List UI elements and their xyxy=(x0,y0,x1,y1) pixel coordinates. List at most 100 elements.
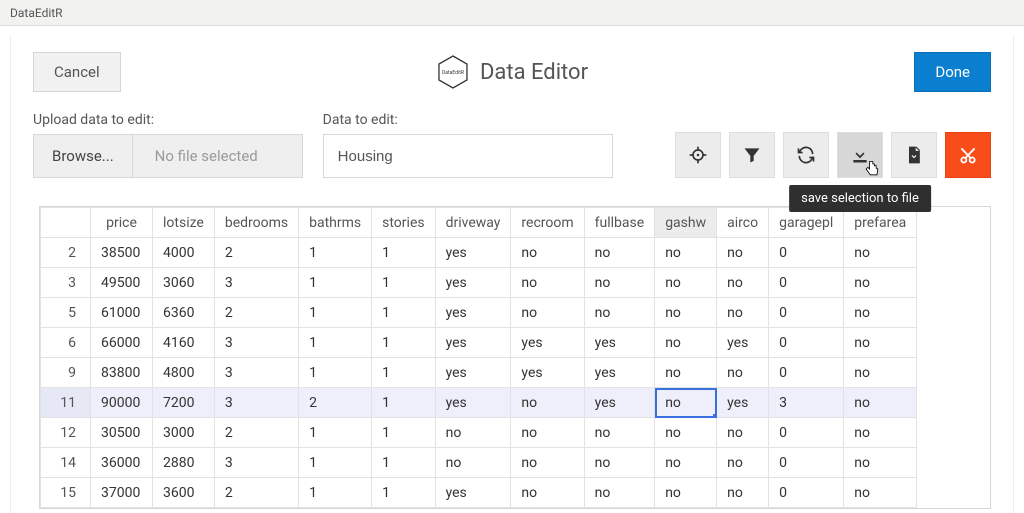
header-stories[interactable]: stories xyxy=(372,208,435,238)
cell-garagepl[interactable]: 0 xyxy=(769,298,844,328)
cell-fullbase[interactable]: no xyxy=(584,478,655,508)
cell-price[interactable]: 66000 xyxy=(91,328,153,358)
cell-recroom[interactable]: no xyxy=(511,418,584,448)
row-number[interactable]: 14 xyxy=(41,448,91,478)
table-row[interactable]: 5610006360211yesnononono0no xyxy=(41,298,917,328)
cell-airco[interactable]: no xyxy=(717,268,769,298)
cell-airco[interactable]: no xyxy=(717,418,769,448)
cell-driveway[interactable]: no xyxy=(435,418,511,448)
cell-prefarea[interactable]: no xyxy=(844,448,917,478)
header-gashw[interactable]: gashw xyxy=(655,208,717,238)
cell-lotsize[interactable]: 4000 xyxy=(153,238,215,268)
cell-bathrms[interactable]: 1 xyxy=(299,478,372,508)
cell-gashw[interactable]: no xyxy=(655,478,717,508)
cut-button[interactable] xyxy=(945,132,991,178)
cell-bathrms[interactable]: 1 xyxy=(299,238,372,268)
header-prefarea[interactable]: prefarea xyxy=(844,208,917,238)
table-row[interactable]: 9838004800311yesyesyesnono0no xyxy=(41,358,917,388)
cell-lotsize[interactable]: 4800 xyxy=(153,358,215,388)
sync-icon[interactable] xyxy=(783,132,829,178)
table-row[interactable]: 14360002880311nonononono0no xyxy=(41,448,917,478)
cell-driveway[interactable]: yes xyxy=(435,298,511,328)
cell-garagepl[interactable]: 0 xyxy=(769,268,844,298)
cell-bathrms[interactable]: 1 xyxy=(299,448,372,478)
row-number[interactable]: 2 xyxy=(41,238,91,268)
cell-prefarea[interactable]: no xyxy=(844,358,917,388)
cell-lotsize[interactable]: 2880 xyxy=(153,448,215,478)
cell-fullbase[interactable]: no xyxy=(584,298,655,328)
cell-driveway[interactable]: yes xyxy=(435,388,511,418)
cell-airco[interactable]: yes xyxy=(717,388,769,418)
cell-airco[interactable]: no xyxy=(717,478,769,508)
dataset-input[interactable] xyxy=(323,134,613,178)
cell-driveway[interactable]: yes xyxy=(435,268,511,298)
header-recroom[interactable]: recroom xyxy=(511,208,584,238)
save-file-button[interactable] xyxy=(891,132,937,178)
cell-bathrms[interactable]: 1 xyxy=(299,268,372,298)
table-row[interactable]: 3495003060311yesnononono0no xyxy=(41,268,917,298)
cancel-button[interactable]: Cancel xyxy=(33,52,121,92)
cell-bedrooms[interactable]: 3 xyxy=(214,448,298,478)
table-row[interactable]: 15370003600211yesnononono0no xyxy=(41,478,917,508)
cell-fullbase[interactable]: no xyxy=(584,238,655,268)
cell-gashw[interactable]: no xyxy=(655,418,717,448)
cell-fullbase[interactable]: yes xyxy=(584,358,655,388)
row-number[interactable]: 3 xyxy=(41,268,91,298)
cell-prefarea[interactable]: no xyxy=(844,298,917,328)
cell-stories[interactable]: 1 xyxy=(372,418,435,448)
cell-prefarea[interactable]: no xyxy=(844,238,917,268)
cell-gashw[interactable]: no xyxy=(655,298,717,328)
cell-recroom[interactable]: no xyxy=(511,238,584,268)
cell-gashw[interactable]: no xyxy=(655,388,717,418)
header-price[interactable]: price xyxy=(91,208,153,238)
table-row[interactable]: 11900007200321yesnoyesnoyes3no xyxy=(41,388,917,418)
cell-bathrms[interactable]: 1 xyxy=(299,298,372,328)
cell-driveway[interactable]: yes xyxy=(435,238,511,268)
row-number[interactable]: 9 xyxy=(41,358,91,388)
cell-driveway[interactable]: yes xyxy=(435,478,511,508)
cell-airco[interactable]: no xyxy=(717,448,769,478)
cell-garagepl[interactable]: 0 xyxy=(769,358,844,388)
cell-prefarea[interactable]: no xyxy=(844,328,917,358)
cell-bathrms[interactable]: 1 xyxy=(299,358,372,388)
cell-price[interactable]: 61000 xyxy=(91,298,153,328)
cell-recroom[interactable]: no xyxy=(511,478,584,508)
cell-lotsize[interactable]: 6360 xyxy=(153,298,215,328)
cell-fullbase[interactable]: no xyxy=(584,268,655,298)
data-table[interactable]: pricelotsizebedroomsbathrmsstoriesdrivew… xyxy=(40,207,917,508)
cell-gashw[interactable]: no xyxy=(655,448,717,478)
row-number[interactable]: 12 xyxy=(41,418,91,448)
cell-stories[interactable]: 1 xyxy=(372,388,435,418)
cell-price[interactable]: 90000 xyxy=(91,388,153,418)
cell-stories[interactable]: 1 xyxy=(372,238,435,268)
cell-recroom[interactable]: no xyxy=(511,268,584,298)
cell-gashw[interactable]: no xyxy=(655,358,717,388)
cell-stories[interactable]: 1 xyxy=(372,358,435,388)
cell-bedrooms[interactable]: 3 xyxy=(214,268,298,298)
crosshair-icon[interactable] xyxy=(675,132,721,178)
cell-bedrooms[interactable]: 2 xyxy=(214,238,298,268)
cell-bathrms[interactable]: 2 xyxy=(299,388,372,418)
cell-driveway[interactable]: no xyxy=(435,448,511,478)
cell-bathrms[interactable]: 1 xyxy=(299,418,372,448)
cell-recroom[interactable]: no xyxy=(511,448,584,478)
cell-gashw[interactable]: no xyxy=(655,328,717,358)
row-number[interactable]: 11 xyxy=(41,388,91,418)
cell-bedrooms[interactable]: 3 xyxy=(214,358,298,388)
cell-bedrooms[interactable]: 2 xyxy=(214,418,298,448)
cell-bathrms[interactable]: 1 xyxy=(299,328,372,358)
table-row[interactable]: 2385004000211yesnononono0no xyxy=(41,238,917,268)
table-row[interactable]: 6660004160311yesyesyesnoyes0no xyxy=(41,328,917,358)
cell-airco[interactable]: no xyxy=(717,238,769,268)
cell-fullbase[interactable]: yes xyxy=(584,388,655,418)
cell-price[interactable]: 36000 xyxy=(91,448,153,478)
cell-stories[interactable]: 1 xyxy=(372,448,435,478)
row-number[interactable]: 6 xyxy=(41,328,91,358)
cell-driveway[interactable]: yes xyxy=(435,328,511,358)
cell-recroom[interactable]: yes xyxy=(511,328,584,358)
save-selection-button[interactable]: save selection to file xyxy=(837,132,883,178)
header-airco[interactable]: airco xyxy=(717,208,769,238)
cell-gashw[interactable]: no xyxy=(655,238,717,268)
header-lotsize[interactable]: lotsize xyxy=(153,208,215,238)
cell-fullbase[interactable]: yes xyxy=(584,328,655,358)
